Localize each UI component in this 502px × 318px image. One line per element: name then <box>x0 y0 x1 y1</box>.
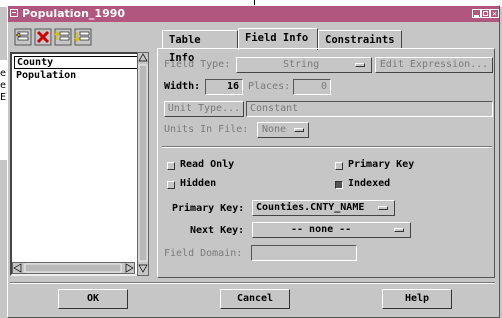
separator <box>162 146 492 148</box>
field-type-value: String <box>283 59 320 70</box>
close-button[interactable]: ✕ <box>490 9 499 18</box>
chevron-down-icon <box>294 128 304 132</box>
field-type-label: Field Type: <box>164 59 231 70</box>
units-in-file-label: Units In File: <box>164 124 249 135</box>
help-button[interactable]: Help <box>382 289 452 309</box>
next-key-label: Next Key: <box>190 225 245 236</box>
move-up-icon[interactable] <box>54 28 72 46</box>
primary-key-dropdown[interactable]: Counties.CNTY_NAME <box>252 200 395 216</box>
unit-type-field: Constant <box>246 101 493 117</box>
vertical-scrollbar[interactable] <box>137 52 149 276</box>
chevron-down-icon <box>355 63 365 67</box>
next-key-dropdown[interactable]: -- none -- <box>252 222 411 238</box>
field-list[interactable]: County Population <box>10 52 147 276</box>
chevron-down-icon <box>394 228 404 232</box>
system-menu-icon[interactable] <box>10 9 18 17</box>
delete-field-icon[interactable] <box>34 28 52 46</box>
cancel-button[interactable]: Cancel <box>220 289 290 309</box>
list-item[interactable]: Population <box>14 69 76 82</box>
field-type-dropdown[interactable]: String <box>236 57 372 73</box>
unit-type-button[interactable]: Unit Type... <box>164 101 244 117</box>
primary-key-check-label: Primary Key <box>348 159 415 170</box>
minimize-button[interactable] <box>472 9 481 18</box>
read-only-checkbox[interactable] <box>167 162 175 170</box>
width-label: Width: <box>164 81 201 92</box>
ok-button[interactable]: OK <box>58 289 128 309</box>
list-item[interactable]: County <box>14 56 139 69</box>
horizontal-scrollbar[interactable] <box>12 262 135 274</box>
button-bar-separator <box>10 282 495 284</box>
hidden-label: Hidden <box>180 178 217 189</box>
primary-key-label: Primary Key: <box>172 203 245 214</box>
primary-key-checkbox[interactable] <box>335 162 343 170</box>
hidden-checkbox[interactable] <box>167 181 175 189</box>
maximize-button[interactable] <box>481 9 490 18</box>
tab-field-info[interactable]: Field Info <box>238 28 318 50</box>
title-bar[interactable]: Population_1990 ✕ <box>8 6 499 22</box>
window-title: Population_1990 <box>22 7 126 20</box>
tab-constraints[interactable]: Constraints <box>318 30 402 49</box>
insert-field-icon[interactable] <box>14 28 32 46</box>
indexed-label: Indexed <box>348 178 391 189</box>
places-label: Places: <box>248 81 291 92</box>
edit-expression-button[interactable]: Edit Expression... <box>375 57 493 73</box>
width-input[interactable]: 16 <box>205 79 243 95</box>
units-in-file-value: None <box>262 124 287 135</box>
chevron-down-icon <box>378 206 388 210</box>
units-in-file-dropdown[interactable]: None <box>257 122 309 138</box>
field-domain-label: Field Domain: <box>164 248 243 259</box>
primary-key-value: Counties.CNTY_NAME <box>256 202 365 213</box>
move-down-icon[interactable] <box>74 28 92 46</box>
indexed-checkbox[interactable] <box>335 181 343 189</box>
places-input[interactable]: 0 <box>293 79 331 95</box>
field-domain-input[interactable] <box>251 245 357 261</box>
next-key-value: -- none -- <box>291 224 352 235</box>
tab-table-info[interactable]: Table Info <box>162 30 238 64</box>
background-text: e <box>0 80 7 91</box>
read-only-label: Read Only <box>180 159 235 170</box>
